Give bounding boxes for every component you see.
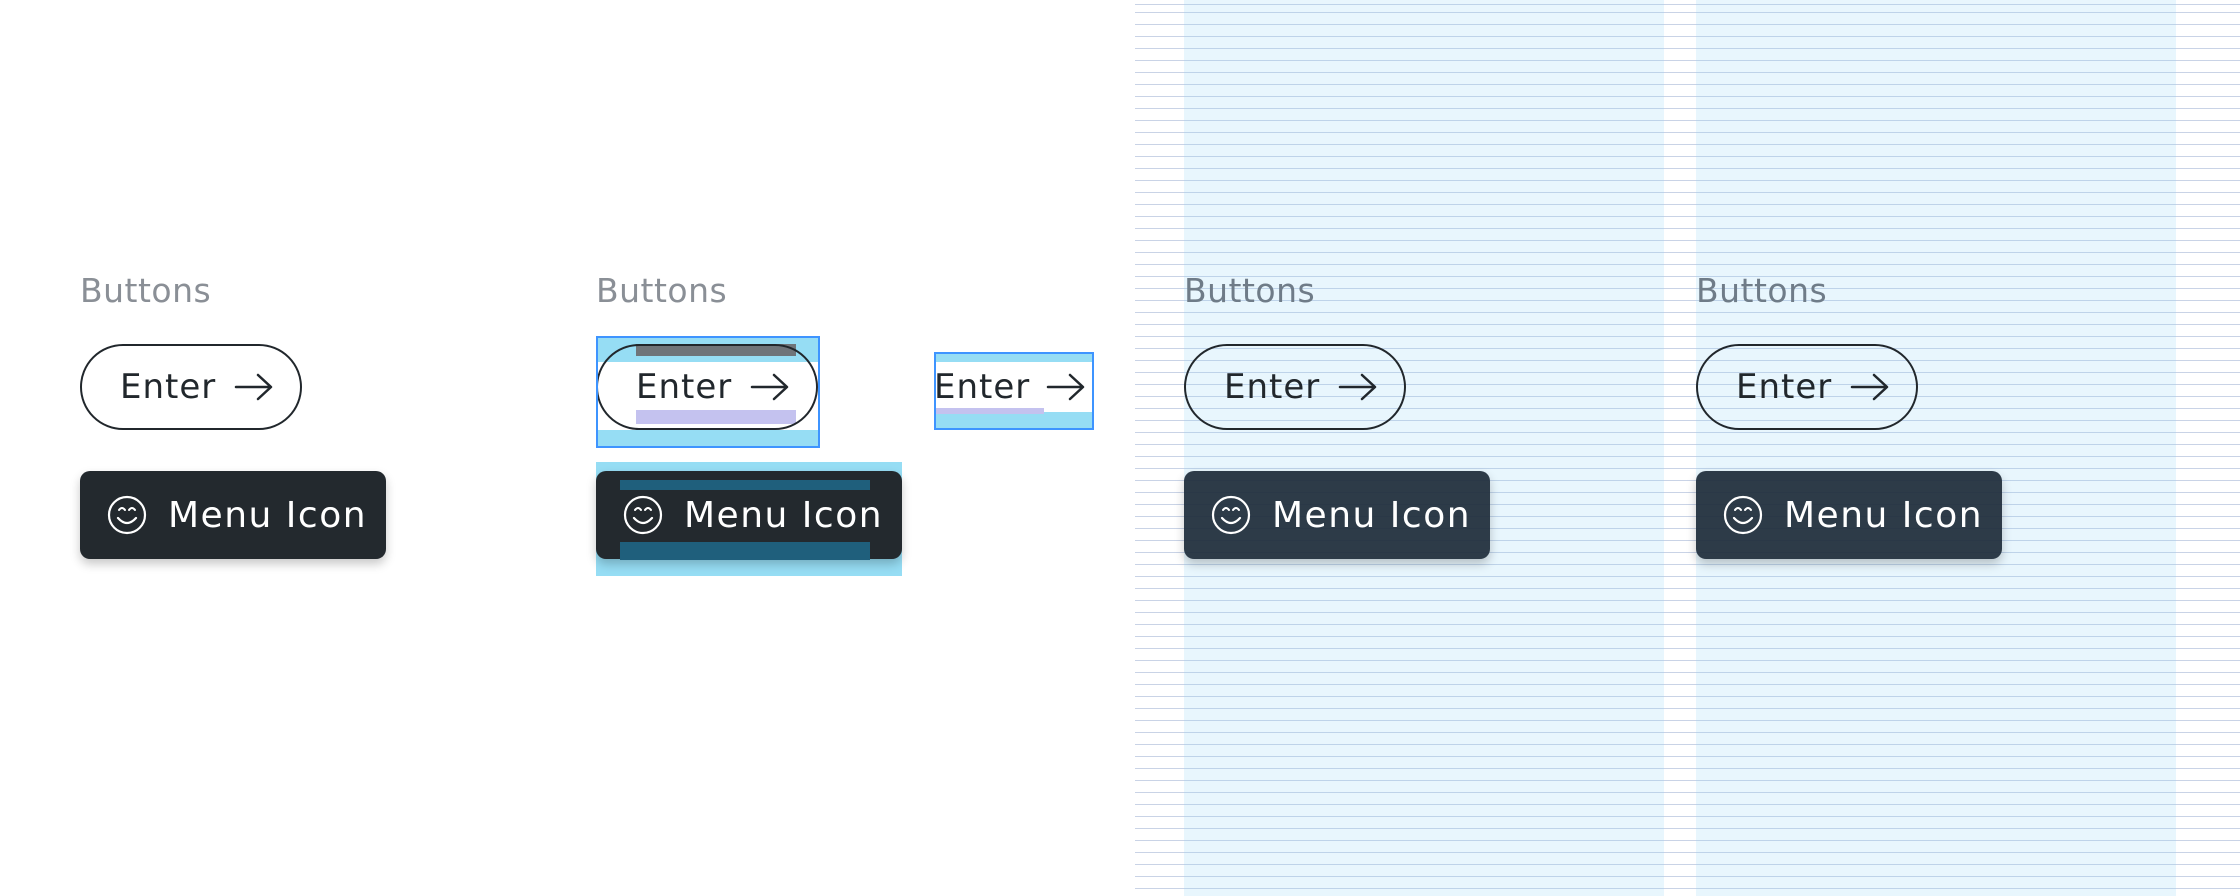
arrow-right-icon bbox=[235, 373, 273, 401]
arrow-right-icon bbox=[1339, 373, 1377, 401]
section-heading: Buttons bbox=[1184, 271, 1316, 310]
menu-icon-button[interactable]: Menu Icon bbox=[80, 471, 386, 559]
enter-button-label: Enter bbox=[120, 367, 217, 407]
arrow-right-icon bbox=[1851, 373, 1889, 401]
enter-button[interactable]: Enter bbox=[1696, 344, 1918, 430]
section-heading: Buttons bbox=[1696, 271, 1828, 310]
menu-icon-button[interactable]: Menu Icon bbox=[1184, 471, 1490, 559]
smiley-icon bbox=[107, 495, 147, 535]
layout-grid-column bbox=[1184, 0, 1664, 896]
menu-icon-button-label: Menu Icon bbox=[1272, 494, 1472, 536]
enter-button[interactable]: Enter bbox=[80, 344, 302, 430]
enter-button-label: Enter bbox=[1736, 367, 1833, 407]
enter-button-label: Enter bbox=[1224, 367, 1321, 407]
section-heading: Buttons bbox=[80, 271, 212, 310]
menu-icon-button-label: Menu Icon bbox=[1784, 494, 1984, 536]
descender-highlight bbox=[620, 542, 870, 560]
menu-icon-button[interactable]: Menu Icon bbox=[1696, 471, 2002, 559]
menu-icon-button-label: Menu Icon bbox=[168, 494, 368, 536]
selection-outline bbox=[934, 352, 1094, 430]
smiley-icon bbox=[623, 495, 663, 535]
menu-icon-button-label: Menu Icon bbox=[684, 494, 884, 536]
layout-grid-column bbox=[1696, 0, 2176, 896]
ascender-highlight bbox=[620, 480, 870, 490]
smiley-icon bbox=[1723, 495, 1763, 535]
selection-outline bbox=[596, 336, 820, 448]
smiley-icon bbox=[1211, 495, 1251, 535]
section-heading: Buttons bbox=[596, 271, 728, 310]
enter-button[interactable]: Enter bbox=[1184, 344, 1406, 430]
